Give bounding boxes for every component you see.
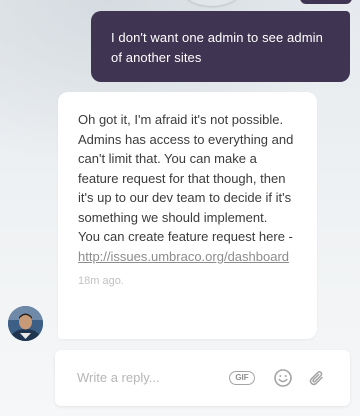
reply-input[interactable] [77, 366, 217, 388]
emoji-button[interactable] [273, 368, 293, 388]
agent-message-text: Oh got it, I'm afraid it's not possible.… [78, 110, 299, 266]
reply-composer: GIF [55, 350, 350, 406]
agent-avatar [8, 306, 43, 341]
previous-message-edge [300, 0, 352, 4]
attach-button[interactable] [307, 368, 327, 388]
agent-message-body: Oh got it, I'm afraid it's not possible.… [78, 112, 294, 244]
paperclip-icon [309, 371, 323, 386]
agent-message-bubble: Oh got it, I'm afraid it's not possible.… [58, 92, 317, 339]
gif-button[interactable]: GIF [229, 371, 255, 385]
user-message-bubble: I don't want one admin to see admin of a… [91, 11, 350, 82]
message-timestamp: 18m ago. [78, 275, 124, 287]
user-message-text: I don't want one admin to see admin of a… [111, 30, 323, 65]
issues-link[interactable]: http://issues.umbraco.org/dashboard [78, 249, 289, 264]
agent-avatar-image [8, 306, 43, 341]
emoji-icon [274, 369, 292, 387]
